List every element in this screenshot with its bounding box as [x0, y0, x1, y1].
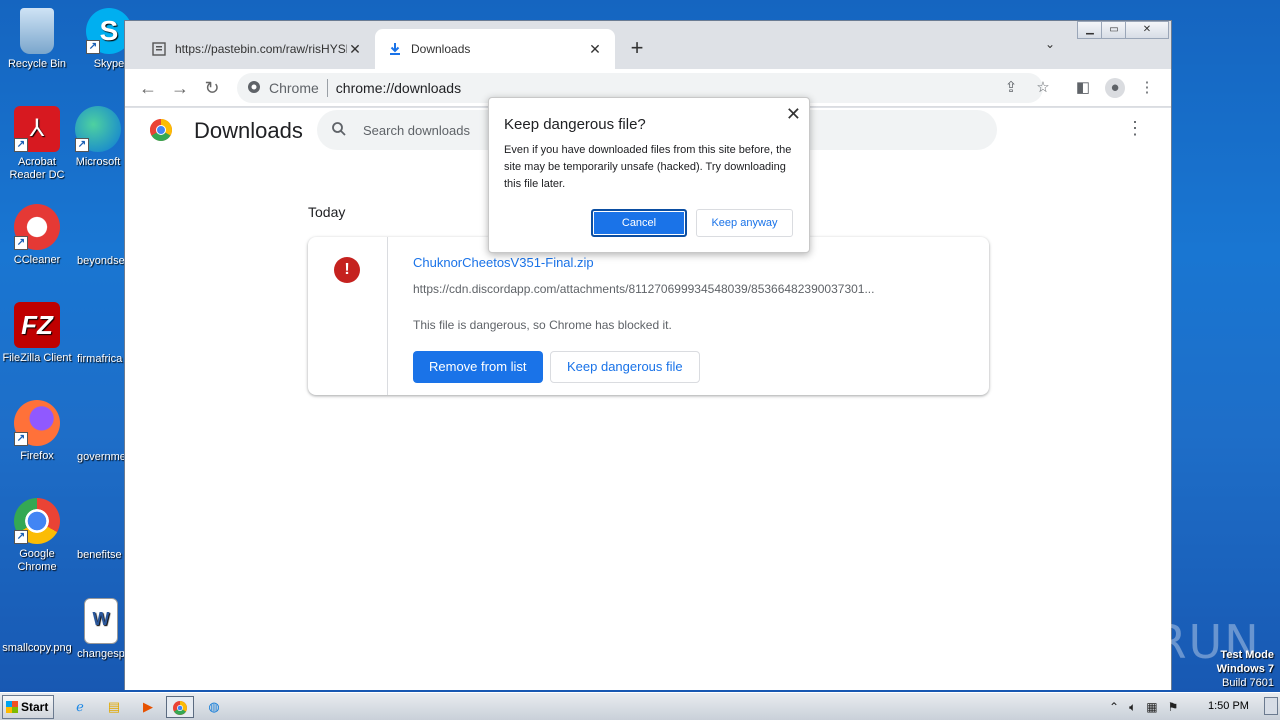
- minimize-button[interactable]: ▁: [1077, 21, 1103, 39]
- system-tray: ⌃ 🔈︎ ▦ ⚑: [1104, 693, 1183, 720]
- image-file-icon: [14, 618, 60, 638]
- desktop-icon-label: CCleaner: [13, 254, 61, 266]
- cancel-button[interactable]: Cancel: [591, 209, 687, 237]
- tab-downloads[interactable]: Downloads ✕: [375, 29, 615, 69]
- firefox-icon: ↗: [14, 400, 60, 446]
- test-mode-line: Test Mode: [1220, 649, 1274, 661]
- tab-title: https://pastebin.com/raw/risHYShF: [175, 42, 347, 56]
- tab-pastebin[interactable]: https://pastebin.com/raw/risHYShF ✕: [139, 29, 375, 69]
- page-title: Downloads: [194, 118, 303, 143]
- desktop-icon-recycle-bin[interactable]: Recycle Bin: [2, 8, 72, 71]
- danger-icon: !: [334, 257, 360, 283]
- item-icon-column: !: [308, 237, 388, 395]
- browser-window: https://pastebin.com/raw/risHYShF ✕ Down…: [124, 20, 1172, 690]
- chevron-down-icon[interactable]: ⌄: [1045, 37, 1055, 51]
- start-label: Start: [21, 700, 49, 714]
- downloads-page: Downloads Search downloads ⋮ Today ! Chu…: [125, 97, 1171, 690]
- desktop-icon-label: Firefox: [20, 450, 54, 462]
- reload-button[interactable]: ↻: [201, 77, 223, 99]
- keep-dangerous-dialog: Keep dangerous file? ✕ Even if you have …: [488, 97, 810, 253]
- section-date: Today: [308, 204, 346, 220]
- show-hidden-icons-icon[interactable]: ⌃: [1109, 700, 1119, 714]
- desktop-icon-chrome[interactable]: ↗ Google Chrome: [2, 498, 72, 574]
- share-icon[interactable]: ⇪: [1001, 78, 1021, 98]
- search-icon: [331, 121, 347, 140]
- taskbar: Start ℯ ▤ ▶ ◍ ⌃ 🔈︎ ▦ ⚑ 1:50 PM: [0, 692, 1280, 720]
- close-icon[interactable]: ✕: [587, 41, 603, 58]
- desktop-icon-ccleaner[interactable]: ↗ CCleaner: [2, 204, 72, 267]
- dialog-body: Even if you have downloaded files from t…: [504, 144, 792, 190]
- desktop-icon-governme[interactable]: governme: [77, 451, 126, 463]
- volume-icon[interactable]: 🔈︎: [1129, 700, 1136, 715]
- close-icon[interactable]: ✕: [347, 41, 363, 58]
- desktop-icon-firmafrica[interactable]: firmafrica: [77, 353, 122, 365]
- keep-dangerous-file-button[interactable]: Keep dangerous file: [550, 351, 700, 383]
- test-mode-line: Build 7601: [1222, 677, 1274, 689]
- desktop-icon-label: Recycle Bin: [7, 58, 67, 70]
- more-actions-icon[interactable]: ⋮: [1125, 118, 1145, 139]
- windows-logo-icon: [6, 701, 18, 713]
- menu-icon[interactable]: ⋮: [1137, 78, 1157, 98]
- close-icon[interactable]: ✕: [786, 104, 801, 125]
- tab-strip: https://pastebin.com/raw/risHYShF ✕ Down…: [125, 21, 1171, 69]
- close-window-button[interactable]: ✕: [1125, 21, 1169, 39]
- flag-icon[interactable]: ⚑: [1168, 700, 1179, 714]
- file-url: https://cdn.discordapp.com/attachments/8…: [413, 282, 875, 296]
- recycle-bin-icon: [20, 8, 54, 54]
- ie-icon[interactable]: ℯ: [66, 696, 94, 718]
- show-desktop-button[interactable]: [1264, 697, 1278, 715]
- side-panel-icon[interactable]: ◧: [1073, 78, 1093, 98]
- desktop-icon-microsoft[interactable]: ↗ Microsoft: [63, 106, 133, 169]
- desktop-icon-label: Microsoft: [75, 156, 121, 168]
- media-player-icon[interactable]: ▶: [134, 696, 162, 718]
- test-mode-line: Windows 7: [1216, 663, 1274, 675]
- site-chip: Chrome: [269, 80, 319, 96]
- chrome-icon: ↗: [14, 498, 60, 544]
- desktop-icon-label: FileZilla Client: [2, 352, 72, 364]
- pastebin-icon: [151, 41, 167, 57]
- edge-icon: ↗: [75, 106, 121, 152]
- dialog-title: Keep dangerous file?: [504, 116, 646, 133]
- desktop-icon-acrobat[interactable]: ⅄ ↗ Acrobat Reader DC: [2, 106, 72, 182]
- star-icon[interactable]: ☆: [1033, 78, 1053, 98]
- network-icon[interactable]: ▦: [1146, 700, 1157, 714]
- maximize-button[interactable]: ▭: [1101, 21, 1127, 39]
- edge-icon[interactable]: ◍: [200, 696, 228, 718]
- desktop-icon-label: smallcopy.png: [2, 642, 72, 654]
- desktop-icon-filezilla[interactable]: FZ FileZilla Client: [2, 302, 72, 365]
- tab-title: Downloads: [411, 42, 471, 56]
- download-icon: [387, 41, 403, 57]
- back-button[interactable]: ←: [137, 77, 159, 99]
- divider: [326, 79, 328, 97]
- desktop-icon-smallcopy[interactable]: smallcopy.png: [2, 618, 72, 655]
- download-item: ! ChuknorCheetosV351-Final.zip https://c…: [308, 237, 989, 395]
- search-placeholder: Search downloads: [363, 122, 470, 138]
- forward-button[interactable]: →: [169, 77, 191, 99]
- chrome-taskbar-icon[interactable]: [166, 696, 194, 718]
- keep-anyway-button[interactable]: Keep anyway: [696, 209, 793, 237]
- file-status: This file is dangerous, so Chrome has bl…: [413, 318, 672, 332]
- clock[interactable]: 1:50 PM: [1208, 700, 1249, 712]
- acrobat-icon: ⅄ ↗: [14, 106, 60, 152]
- new-tab-button[interactable]: +: [625, 35, 649, 61]
- url-text: chrome://downloads: [335, 80, 462, 96]
- filezilla-icon: FZ: [14, 302, 60, 348]
- ccleaner-icon: ↗: [14, 204, 60, 250]
- desktop-icon-label: Acrobat Reader DC: [9, 156, 65, 181]
- test-mode-notice: Test Mode Windows 7 Build 7601: [1217, 648, 1274, 690]
- profile-icon[interactable]: ●: [1105, 78, 1125, 98]
- desktop-icon-benefitse[interactable]: benefitse: [77, 549, 122, 561]
- explorer-icon[interactable]: ▤: [100, 696, 128, 718]
- desktop-icon-firefox[interactable]: ↗ Firefox: [2, 400, 72, 463]
- chrome-logo-icon: [149, 118, 173, 142]
- chrome-icon: [247, 80, 261, 97]
- file-name-link[interactable]: ChuknorCheetosV351-Final.zip: [413, 255, 594, 270]
- remove-from-list-button[interactable]: Remove from list: [413, 351, 543, 383]
- desktop-icon-label: Google Chrome: [17, 548, 57, 573]
- start-button[interactable]: Start: [2, 695, 54, 719]
- word-doc-icon: W: [84, 598, 118, 644]
- desktop-icon-beyondse[interactable]: beyondse: [77, 255, 125, 267]
